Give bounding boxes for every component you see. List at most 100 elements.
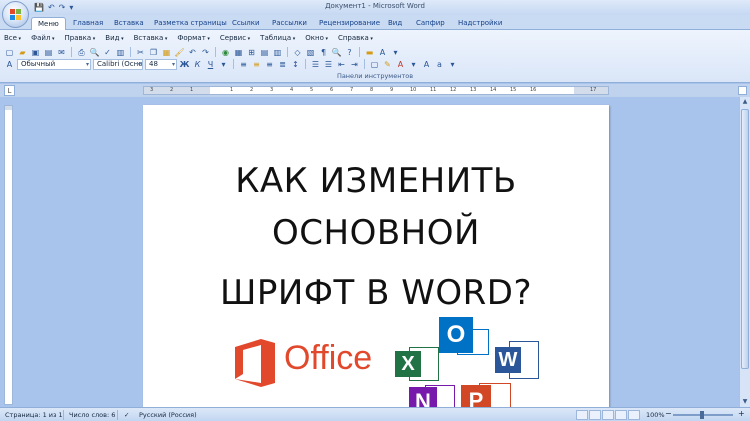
- view-ruler-button[interactable]: [738, 86, 747, 95]
- document-page[interactable]: КАК ИЗМЕНИТЬ ОСНОВНОЙ ШРИФТ В WORD? Offi…: [143, 105, 609, 407]
- borders-icon[interactable]: ▢: [369, 59, 380, 70]
- underline-options-icon[interactable]: ▾: [218, 59, 229, 70]
- menu-tools[interactable]: Сервис: [220, 34, 250, 45]
- document-area[interactable]: КАК ИЗМЕНИТЬ ОСНОВНОЙ ШРИФТ В WORD? Offi…: [14, 97, 739, 407]
- highlight-toolbar-icon[interactable]: ▬: [364, 47, 375, 58]
- tab-view[interactable]: Вид: [385, 17, 405, 30]
- decrease-indent-icon[interactable]: ⇤: [336, 59, 347, 70]
- vertical-scrollbar[interactable]: ▲ ▼: [739, 97, 750, 407]
- menu-insert[interactable]: Вставка: [134, 34, 168, 45]
- tab-addins[interactable]: Надстройки: [455, 17, 505, 30]
- align-right-icon[interactable]: ≡: [264, 59, 275, 70]
- tables-borders-icon[interactable]: ▦: [233, 47, 244, 58]
- tab-page-layout[interactable]: Разметка страницы: [151, 17, 230, 30]
- columns-icon[interactable]: ▥: [272, 47, 283, 58]
- font-size-select[interactable]: 48: [145, 58, 177, 70]
- tab-stop-selector[interactable]: L: [4, 85, 15, 96]
- open-folder-icon[interactable]: ▰: [17, 47, 28, 58]
- align-left-icon[interactable]: ≡: [238, 59, 249, 70]
- styles-icon[interactable]: A: [377, 47, 388, 58]
- menu-view[interactable]: Вид: [105, 34, 123, 45]
- insert-excel-icon[interactable]: ▤: [259, 47, 270, 58]
- font-select[interactable]: Calibri (Осно: [93, 58, 143, 70]
- spelling-icon[interactable]: ✓: [102, 47, 113, 58]
- menu-table[interactable]: Таблица: [260, 34, 295, 45]
- tab-review[interactable]: Рецензирование: [316, 17, 383, 30]
- menu-all[interactable]: Все: [4, 34, 21, 45]
- email-icon[interactable]: ✉: [56, 47, 67, 58]
- outline-view-icon[interactable]: [615, 410, 627, 420]
- horizontal-ruler[interactable]: 3 2 1 1 2 3 4 5 6 7 8 9 10 11 12 13 14 1…: [143, 86, 609, 95]
- styles-pane-icon[interactable]: A: [4, 59, 15, 70]
- full-screen-reading-icon[interactable]: [589, 410, 601, 420]
- tab-menu[interactable]: Меню: [31, 17, 66, 30]
- tab-home[interactable]: Главная: [70, 17, 106, 30]
- page-count[interactable]: Страница: 1 из 1: [5, 411, 63, 419]
- italic-icon[interactable]: К: [192, 59, 203, 70]
- font-color-options-icon[interactable]: ▾: [408, 59, 419, 70]
- grow-font-icon[interactable]: A: [421, 59, 432, 70]
- print-preview-icon[interactable]: 🔍: [89, 47, 100, 58]
- menu-edit[interactable]: Правка: [65, 34, 96, 45]
- zoom-level[interactable]: 100%: [646, 411, 665, 419]
- zoom-out-icon[interactable]: −: [665, 409, 672, 418]
- redo-icon[interactable]: ↷: [200, 47, 211, 58]
- line-spacing-icon[interactable]: ↕: [290, 59, 301, 70]
- language-indicator[interactable]: Русский (Россия): [139, 411, 197, 419]
- document-map-icon[interactable]: ▧: [305, 47, 316, 58]
- drawing-icon[interactable]: ◇: [292, 47, 303, 58]
- tab-mailings[interactable]: Рассылки: [269, 17, 310, 30]
- word-count[interactable]: Число слов: 6: [69, 411, 115, 419]
- ruler-tick: 6: [330, 87, 334, 93]
- save-icon[interactable]: ▣: [30, 47, 41, 58]
- show-formatting-icon[interactable]: ¶: [318, 47, 329, 58]
- print-layout-view-icon[interactable]: [576, 410, 588, 420]
- tab-references[interactable]: Ссылки: [229, 17, 263, 30]
- format-painter-icon[interactable]: 🖌: [174, 47, 185, 58]
- justify-icon[interactable]: ≣: [277, 59, 288, 70]
- tab-insert[interactable]: Вставка: [111, 17, 147, 30]
- cut-icon[interactable]: ✂: [135, 47, 146, 58]
- zoom-in-icon[interactable]: +: [738, 409, 745, 418]
- formatting-options-icon[interactable]: ▾: [447, 59, 458, 70]
- tab-sapphire[interactable]: Сапфир: [413, 17, 448, 30]
- undo-icon[interactable]: ↶: [187, 47, 198, 58]
- insert-table-icon[interactable]: ⊞: [246, 47, 257, 58]
- numbering-icon[interactable]: ☰: [310, 59, 321, 70]
- scroll-down-icon[interactable]: ▼: [740, 397, 750, 407]
- new-document-icon[interactable]: ▢: [4, 47, 15, 58]
- align-center-icon[interactable]: ≡: [251, 59, 262, 70]
- spellcheck-icon[interactable]: ✓: [124, 411, 129, 419]
- window-title: Документ1 - Microsoft Word: [325, 2, 425, 10]
- copy-icon[interactable]: ❐: [148, 47, 159, 58]
- shrink-font-icon[interactable]: a: [434, 59, 445, 70]
- print-icon[interactable]: ⎙: [76, 47, 87, 58]
- scrollbar-thumb[interactable]: [741, 109, 749, 369]
- menu-window[interactable]: Окно: [305, 34, 328, 45]
- help-icon[interactable]: ?: [344, 47, 355, 58]
- web-layout-icon[interactable]: [602, 410, 614, 420]
- menu-format[interactable]: Формат: [177, 34, 210, 45]
- toolbar-options-icon[interactable]: ▾: [390, 47, 401, 58]
- research-icon[interactable]: ▥: [115, 47, 126, 58]
- scroll-up-icon[interactable]: ▲: [740, 97, 750, 107]
- ruler-tick: 11: [430, 87, 437, 93]
- font-color-icon[interactable]: A: [395, 59, 406, 70]
- menu-help[interactable]: Справка: [338, 34, 373, 45]
- office-button[interactable]: [2, 1, 29, 28]
- paste-icon[interactable]: ▦: [161, 47, 172, 58]
- zoom-icon[interactable]: 🔍: [331, 47, 342, 58]
- zoom-slider-thumb[interactable]: [700, 411, 704, 419]
- increase-indent-icon[interactable]: ⇥: [349, 59, 360, 70]
- style-select[interactable]: Обычный: [17, 58, 91, 70]
- permission-icon[interactable]: ▤: [43, 47, 54, 58]
- menu-file[interactable]: Файл: [31, 34, 54, 45]
- classic-menu-row: Все Файл Правка Вид Вставка Формат Серви…: [4, 34, 373, 45]
- vertical-ruler[interactable]: [4, 105, 13, 405]
- bullets-icon[interactable]: ☰: [323, 59, 334, 70]
- bold-icon[interactable]: Ж: [179, 59, 190, 70]
- hyperlink-icon[interactable]: ◉: [220, 47, 231, 58]
- underline-icon[interactable]: Ч: [205, 59, 216, 70]
- highlight-icon[interactable]: ✎: [382, 59, 393, 70]
- draft-view-icon[interactable]: [628, 410, 640, 420]
